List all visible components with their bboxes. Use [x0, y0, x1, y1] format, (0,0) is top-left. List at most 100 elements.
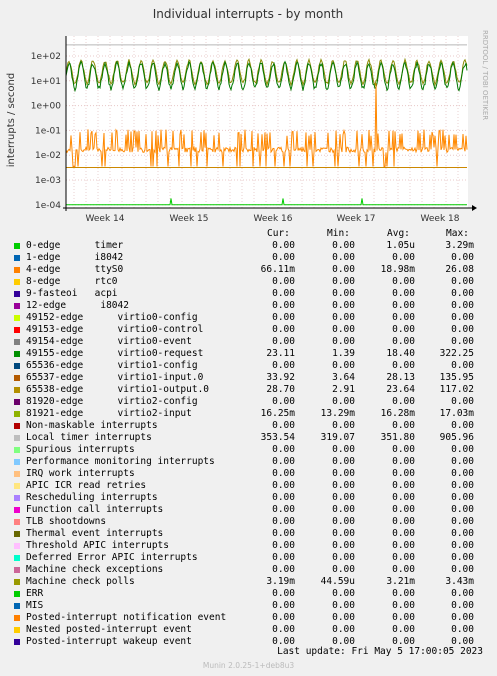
legend-swatch	[14, 555, 20, 561]
legend-swatch	[14, 639, 20, 645]
legend-label: Spurious interrupts	[26, 444, 135, 455]
y-tick-label: 1e-02	[35, 151, 61, 161]
rrdtool-watermark: RRDTOOL / TOBI OETIKER	[481, 30, 489, 120]
legend-label: 81920-edge virtio2-config	[26, 396, 198, 407]
y-tick-label: 1e+02	[31, 52, 61, 62]
y-axis-label: interrupts / second	[6, 73, 17, 167]
legend-max: 0.00	[451, 624, 474, 635]
legend-row: Thermal event interrupts 0.00 0.00 0.00 0.00	[0, 528, 497, 540]
x-tick-label: Week 17	[337, 214, 376, 224]
legend-max: 0.00	[451, 276, 474, 287]
y-tick-label: 1e+01	[31, 77, 61, 87]
legend-label: 8-edge rtc0	[26, 276, 118, 287]
legend-label: 49154-edge virtio0-event	[26, 336, 192, 347]
legend-label: Threshold APIC interrupts	[26, 540, 169, 551]
legend-label: 12-edge i8042	[26, 300, 129, 311]
legend-row: 12-edge i8042 0.00 0.00 0.00 0.00	[0, 300, 497, 312]
legend-swatch	[14, 327, 20, 333]
legend-max: 0.00	[451, 588, 474, 599]
legend-max: 0.00	[451, 540, 474, 551]
x-tick-label: Week 16	[254, 214, 293, 224]
legend-swatch	[14, 579, 20, 585]
legend-max: 117.02	[439, 384, 474, 395]
legend-row: APIC ICR read retries 0.00 0.00 0.00 0.00	[0, 480, 497, 492]
legend-swatch	[14, 255, 20, 261]
legend-swatch	[14, 303, 20, 309]
chart-title: Individual interrupts - by month	[153, 7, 344, 21]
legend-max: 0.00	[451, 444, 474, 455]
legend-label: TLB shootdowns	[26, 516, 107, 527]
legend-max: 0.00	[451, 300, 474, 311]
y-tick-label: 1e-01	[35, 126, 61, 136]
legend-row: ERR 0.00 0.00 0.00 0.00	[0, 588, 497, 600]
legend-row: 9-fasteoi acpi 0.00 0.00 0.00 0.00	[0, 288, 497, 300]
legend-row: TLB shootdowns 0.00 0.00 0.00 0.00	[0, 516, 497, 528]
legend-row: Performance monitoring interrupts 0.00 0.0…	[0, 456, 497, 468]
legend-label: Function call interrupts	[26, 504, 164, 515]
legend-label: Machine check exceptions	[26, 564, 164, 575]
legend-label: 9-fasteoi acpi	[26, 288, 118, 299]
legend-label: Posted-interrupt notification event	[26, 612, 227, 623]
legend-swatch	[14, 519, 20, 525]
legend-label: Nested posted-interrupt event	[26, 624, 192, 635]
legend-swatch	[14, 615, 20, 621]
legend-max: 135.95	[439, 372, 474, 383]
legend-max: 0.00	[451, 468, 474, 479]
legend-row: 8-edge rtc0 0.00 0.00 0.00 0.00	[0, 276, 497, 288]
legend-max: 0.00	[451, 288, 474, 299]
legend-max: 3.43m	[445, 576, 474, 587]
legend-max: 0.00	[451, 492, 474, 503]
legend-swatch	[14, 627, 20, 633]
legend-label: Performance monitoring interrupts	[26, 456, 215, 467]
legend-row: 81920-edge virtio2-config 0.00 0.00 0.00 0.0…	[0, 396, 497, 408]
legend-row: Posted-interrupt notification event 0.00 0…	[0, 612, 497, 624]
plot-area	[66, 36, 468, 208]
legend-swatch	[14, 495, 20, 501]
legend-row: Nested posted-interrupt event 0.00 0.00 0.0…	[0, 624, 497, 636]
x-tick-label: Week 14	[86, 214, 125, 224]
legend-swatch	[14, 339, 20, 345]
x-tick-labels: Week 14 Week 15 Week 16 Week 17 Week 18	[86, 214, 460, 224]
legend-row: Function call interrupts 0.00 0.00 0.00 0.00	[0, 504, 497, 516]
legend-label: 49155-edge virtio0-request	[26, 348, 204, 359]
legend-row: Machine check polls 3.19m 44.59u 3.21m 3.43m	[0, 576, 497, 588]
legend-label: Rescheduling interrupts	[26, 492, 158, 503]
legend-swatch	[14, 447, 20, 453]
legend-row: Deferred Error APIC interrupts 0.00 0.00 0.…	[0, 552, 497, 564]
y-tick-label: 1e-03	[35, 176, 61, 186]
legend-swatch	[14, 363, 20, 369]
legend-swatch	[14, 423, 20, 429]
legend-swatch	[14, 567, 20, 573]
legend-row: Machine check exceptions 0.00 0.00 0.00 0.00	[0, 564, 497, 576]
legend-swatch	[14, 411, 20, 417]
legend-swatch	[14, 387, 20, 393]
legend-swatch	[14, 483, 20, 489]
legend-row: 65537-edge virtio1-input.0 33.92 3.64 28.13…	[0, 372, 497, 384]
legend-swatch	[14, 507, 20, 513]
legend-max: 0.00	[451, 528, 474, 539]
legend-row: 65538-edge virtio1-output.0 28.70 2.91 23.6…	[0, 384, 497, 396]
legend-swatch	[14, 543, 20, 549]
legend-row: 49155-edge virtio0-request 23.11 1.39 18.40…	[0, 348, 497, 360]
legend-swatch	[14, 267, 20, 273]
legend-max: 322.25	[439, 348, 474, 359]
legend-row: 49152-edge virtio0-config 0.00 0.00 0.00 0.0…	[0, 312, 497, 324]
header-max: Max:	[446, 228, 469, 239]
legend-row: Spurious interrupts 0.00 0.00 0.00 0.00	[0, 444, 497, 456]
legend-swatch	[14, 603, 20, 609]
y-tick-labels: 1e+02 1e+01 1e+00 1e-01 1e-02 1e-03 1e-04	[31, 52, 62, 211]
legend-max: 0.00	[451, 456, 474, 467]
last-update: Last update: Fri May 5 17:00:05 2023	[277, 646, 483, 657]
header-min: Min:	[327, 228, 350, 239]
legend-label: 0-edge timer	[26, 240, 124, 251]
legend-swatch	[14, 531, 20, 537]
legend-label: 4-edge ttyS0	[26, 264, 124, 275]
legend-label: Posted-interrupt wakeup event	[26, 636, 192, 647]
legend-label: 65537-edge virtio1-input.0	[26, 372, 204, 383]
generator: Munin 2.0.25-1+deb8u3	[202, 661, 295, 670]
legend-label: MIS	[26, 600, 44, 611]
legend-max: 0.00	[451, 564, 474, 575]
legend-swatch	[14, 435, 20, 441]
x-tick-label: Week 18	[421, 214, 460, 224]
header-avg: Avg:	[387, 228, 410, 239]
